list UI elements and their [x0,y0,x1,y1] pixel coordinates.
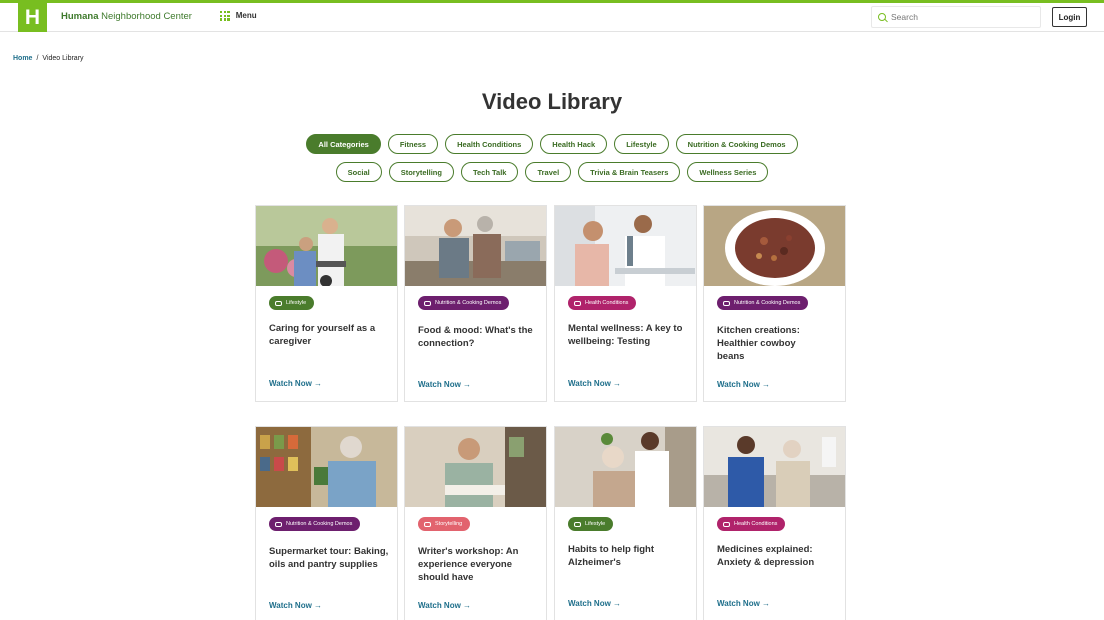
category-tag: Health Conditions [568,296,637,310]
card-title[interactable]: Writer's workshop: An experience everyon… [418,545,530,584]
filter-wellness-series[interactable]: Wellness Series [687,162,769,182]
watch-now-link[interactable]: Watch Now → [269,601,322,610]
search-icon [878,13,886,21]
tag-label: Health Conditions [585,300,629,306]
tag-label: Nutrition & Cooking Demos [435,300,502,306]
tag-label: Storytelling [435,521,463,527]
tag-label: Nutrition & Cooking Demos [286,521,353,527]
lifestyle-icon [275,300,282,306]
category-tag: Nutrition & Cooking Demos [269,517,361,531]
video-thumbnail[interactable] [256,206,397,286]
category-filters-row-1: All Categories Fitness Health Conditions… [0,134,1104,154]
logo-letter: H [24,5,41,29]
video-card[interactable]: Nutrition & Cooking Demos Food & mood: W… [404,205,547,402]
breadcrumb-separator: / [36,55,39,62]
video-card[interactable]: Storytelling Writer's workshop: An exper… [404,426,547,620]
filter-nutrition-cooking-demos[interactable]: Nutrition & Cooking Demos [675,134,798,154]
heart-icon [574,300,581,306]
search-input[interactable] [891,12,1031,22]
lifestyle-icon [574,521,581,527]
site-brand[interactable]: Humana Neighborhood Center [61,11,192,22]
card-title[interactable]: Supermarket tour: Baking, oils and pantr… [269,545,389,571]
watch-now-link[interactable]: Watch Now → [418,601,471,610]
watch-now-link[interactable]: Watch Now → [418,380,471,389]
breadcrumb-current: Video Library [42,55,84,62]
apple-icon [424,300,431,306]
category-tag: Lifestyle [269,296,315,310]
card-title[interactable]: Kitchen creations: Healthier cowboy bean… [717,324,817,363]
card-title[interactable]: Habits to help fight Alzheimer's [568,543,688,569]
watch-now-link[interactable]: Watch Now → [568,379,621,388]
card-title[interactable]: Medicines explained: Anxiety & depressio… [717,543,837,569]
tag-label: Health Conditions [734,521,778,527]
apple-icon [275,521,282,527]
video-thumbnail[interactable] [704,206,845,286]
filter-health-conditions[interactable]: Health Conditions [445,134,534,154]
tag-label: Lifestyle [286,300,307,306]
filter-fitness[interactable]: Fitness [387,134,439,154]
grid-menu-icon [220,11,230,21]
page-title: Video Library [481,89,623,114]
brand-rest: Neighborhood Center [98,11,192,22]
breadcrumb: Home / Video Library [13,55,84,62]
category-tag: Storytelling [418,517,471,531]
tag-label: Nutrition & Cooking Demos [734,300,801,306]
book-icon [424,521,431,527]
video-card[interactable]: Health Conditions Medicines explained: A… [703,426,846,620]
video-card[interactable]: Lifestyle Caring for yourself as a careg… [255,205,398,402]
filter-travel[interactable]: Travel [525,162,572,182]
video-thumbnail[interactable] [555,427,696,507]
brand-bold: Humana [61,11,99,22]
category-tag: Nutrition & Cooking Demos [418,296,510,310]
filter-lifestyle[interactable]: Lifestyle [614,134,669,154]
tag-label: Lifestyle [585,521,606,527]
menu-label: Menu [235,11,257,21]
filter-trivia-brain-teasers[interactable]: Trivia & Brain Teasers [578,162,681,182]
video-card[interactable]: Nutrition & Cooking Demos Kitchen creati… [703,205,846,402]
video-card[interactable]: Nutrition & Cooking Demos Supermarket to… [255,426,398,620]
video-thumbnail[interactable] [405,206,546,286]
card-title[interactable]: Food & mood: What's the connection? [418,324,538,350]
filter-health-hack[interactable]: Health Hack [540,134,608,154]
heart-icon [723,521,730,527]
filter-storytelling[interactable]: Storytelling [388,162,454,182]
category-tag: Health Conditions [717,517,786,531]
card-title[interactable]: Mental wellness: A key to wellbeing: Tes… [568,322,688,348]
card-title[interactable]: Caring for yourself as a caregiver [269,322,389,348]
apple-icon [723,300,730,306]
menu-button[interactable]: Menu [220,11,257,21]
watch-now-link[interactable]: Watch Now → [717,599,770,608]
search-box[interactable] [871,6,1041,28]
filter-all-categories[interactable]: All Categories [306,134,381,154]
video-card[interactable]: Lifestyle Habits to help fight Alzheimer… [554,426,697,620]
video-thumbnail[interactable] [555,206,696,286]
category-filters-row-2: Social Storytelling Tech Talk Travel Tri… [0,162,1104,182]
watch-now-link[interactable]: Watch Now → [568,599,621,608]
video-thumbnail[interactable] [405,427,546,507]
site-header: H Humana Neighborhood Center Menu Login [0,3,1104,32]
category-tag: Lifestyle [568,517,614,531]
breadcrumb-home-link[interactable]: Home [13,55,32,62]
watch-now-link[interactable]: Watch Now → [717,380,770,389]
video-thumbnail[interactable] [256,427,397,507]
filter-social[interactable]: Social [335,162,382,182]
watch-now-link[interactable]: Watch Now → [269,379,322,388]
video-thumbnail[interactable] [704,427,845,507]
filter-tech-talk[interactable]: Tech Talk [460,162,519,182]
video-card[interactable]: Health Conditions Mental wellness: A key… [554,205,697,402]
category-tag: Nutrition & Cooking Demos [717,296,809,310]
humana-logo[interactable]: H [18,3,47,32]
login-button[interactable]: Login [1052,7,1087,27]
